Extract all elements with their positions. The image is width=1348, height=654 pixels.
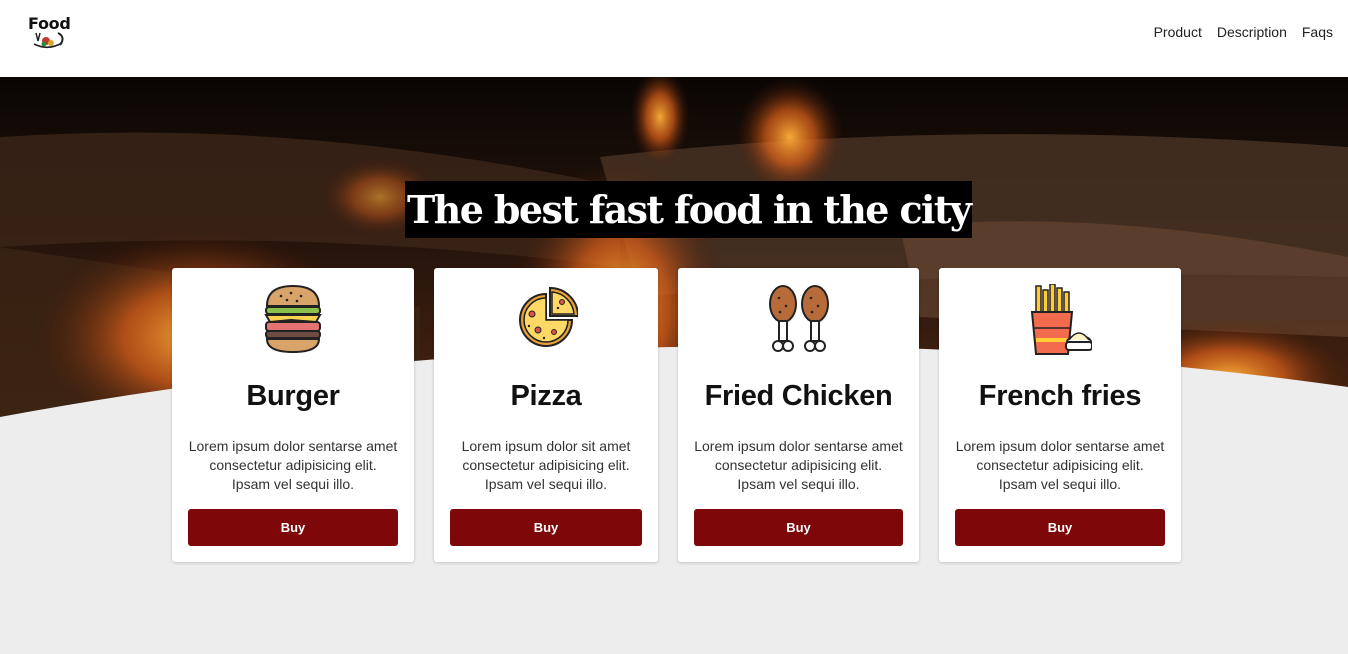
card-text-line: Ipsam vel sequi illo. [231,476,355,492]
french-fries-icon [1030,284,1092,355]
card-text-line: consectetur adipisicing elit. [462,457,630,473]
nav-link-description[interactable]: Description [1217,24,1287,40]
cutlery-plate-icon [33,32,64,49]
card-description: Lorem ipsum dolor sentarse amet consecte… [182,437,404,494]
card-text-line: Lorem ipsum dolor sentarse amet [955,438,1165,454]
card-text-line: Ipsam vel sequi illo. [484,476,608,492]
card-text-line: consectetur adipisicing elit. [976,457,1144,473]
product-card-fried-chicken: Fried Chicken Lorem ipsum dolor sentarse… [678,268,919,562]
nav-link-faqs[interactable]: Faqs [1302,24,1333,40]
card-title: Pizza [510,380,582,412]
product-card-french-fries: French fries Lorem ipsum dolor sentarse … [939,268,1181,562]
nav-link-product[interactable]: Product [1154,24,1202,40]
card-text-line: Ipsam vel sequi illo. [998,476,1122,492]
chicken-leg-icon [768,285,829,352]
card-description: Lorem ipsum dolor sentarse amet consecte… [949,437,1171,494]
card-title: Burger [246,380,340,412]
burger-icon [264,284,322,354]
card-text-line: Lorem ipsum dolor sit amet [461,438,631,454]
product-card-pizza: Pizza Lorem ipsum dolor sit amet consect… [434,268,658,562]
card-description: Lorem ipsum dolor sit amet consectetur a… [444,437,648,494]
card-text-line: Lorem ipsum dolor sentarse amet [694,438,903,454]
buy-button-fried-chicken[interactable]: Buy [694,509,903,546]
top-navbar: Food Product Description Faqs [0,0,1348,77]
main-nav: Product Description Faqs [1154,24,1333,40]
pizza-icon [519,286,578,347]
buy-button-burger[interactable]: Buy [188,509,398,546]
buy-button-pizza[interactable]: Buy [450,509,642,546]
card-title: Fried Chicken [704,380,893,412]
card-text-line: Ipsam vel sequi illo. [737,476,860,492]
hero-headline: The best fast food in the city [405,181,973,238]
card-text-line: consectetur adipisicing elit. [209,457,377,473]
brand-logo[interactable]: Food [28,14,74,54]
card-text-line: Lorem ipsum dolor sentarse amet [188,438,398,454]
buy-button-french-fries[interactable]: Buy [955,509,1165,546]
card-title: French fries [978,380,1142,412]
card-description: Lorem ipsum dolor sentarse amet consecte… [688,437,909,494]
product-card-burger: Burger Lorem ipsum dolor sentarse amet c… [172,268,414,562]
card-text-line: consectetur adipisicing elit. [714,457,883,473]
